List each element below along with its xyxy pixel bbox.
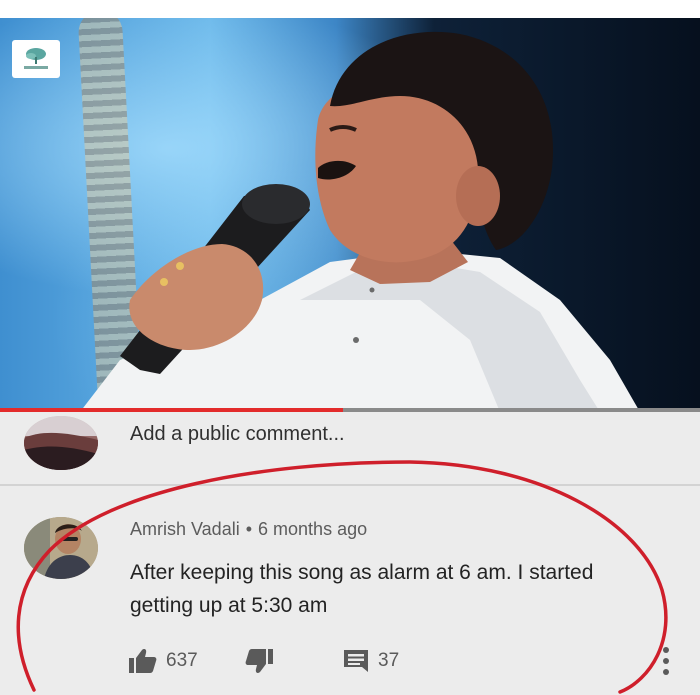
reply-count: 37 (378, 650, 400, 671)
more-vert-icon[interactable] (662, 646, 670, 676)
reply-icon (344, 650, 368, 672)
comment-text: After keeping this song as alarm at 6 am… (130, 561, 594, 617)
comment-timestamp[interactable]: 6 months ago (258, 519, 367, 539)
commenter-avatar[interactable] (24, 517, 98, 579)
comment-composer[interactable]: Add a public comment... (0, 412, 700, 484)
singer-figure (80, 31, 640, 412)
like-button[interactable]: 637 (128, 647, 198, 675)
thumbs-up-icon (129, 649, 157, 673)
reply-button[interactable]: 37 (342, 647, 399, 675)
comment-meta: Amrish Vadali • 6 months ago (130, 519, 367, 540)
meta-separator: • (245, 519, 253, 539)
comment-thread-item: Amrish Vadali • 6 months ago After keeping… (0, 486, 700, 695)
thumbs-down-icon (245, 649, 273, 673)
video-player[interactable] (0, 0, 700, 412)
comment-author[interactable]: Amrish Vadali (130, 519, 240, 539)
current-user-avatar (24, 416, 98, 470)
add-comment-input[interactable]: Add a public comment... (130, 423, 345, 446)
like-count: 637 (166, 650, 198, 671)
dislike-button[interactable] (244, 647, 274, 675)
